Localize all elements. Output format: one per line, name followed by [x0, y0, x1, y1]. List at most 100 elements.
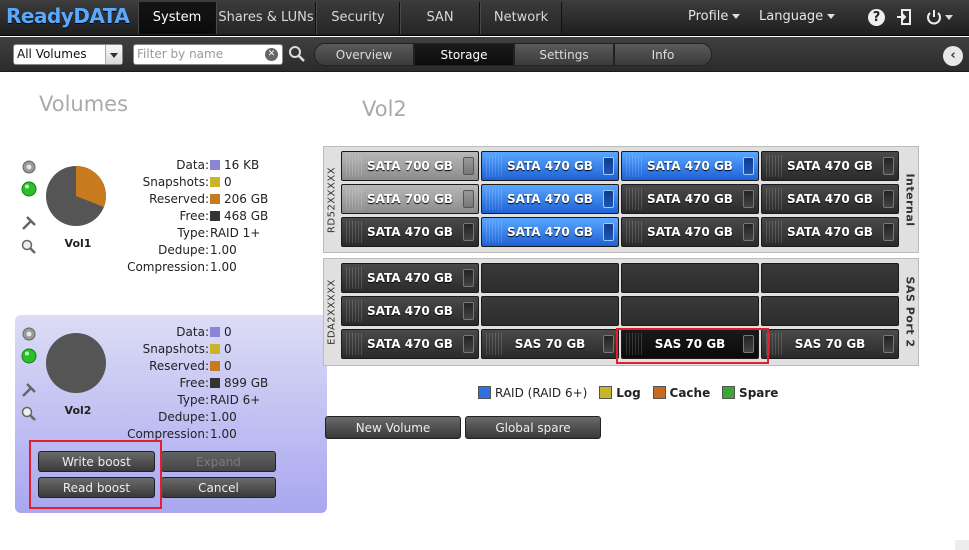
disk-drive[interactable]: SATA 470 GB — [481, 217, 619, 247]
empty-drive-bay[interactable] — [481, 296, 619, 326]
disk-drive[interactable]: SATA 700 GB — [341, 184, 479, 214]
data-swatch — [210, 327, 220, 337]
disk-drive[interactable]: SATA 470 GB — [621, 217, 759, 247]
stat-value-dedupe: 1.00 — [210, 243, 237, 257]
clear-icon[interactable]: ✕ — [265, 48, 278, 61]
volume-select[interactable]: All Volumes — [13, 44, 123, 65]
empty-drive-bay[interactable] — [621, 296, 759, 326]
disk-drive[interactable]: SATA 470 GB — [621, 184, 759, 214]
drive-latch-icon — [463, 223, 474, 241]
logout-door-icon[interactable] — [895, 8, 913, 26]
stat-value-type: RAID 6+ — [210, 393, 261, 407]
reserved-swatch — [210, 361, 220, 371]
volume-name: Vol1 — [64, 237, 92, 250]
disk-label: SATA 470 GB — [647, 159, 733, 173]
new-volume-button[interactable]: New Volume — [325, 416, 461, 439]
nav-tab-security[interactable]: Security — [316, 2, 400, 34]
magnifier-icon[interactable] — [21, 406, 37, 422]
profile-menu[interactable]: Profile — [688, 9, 741, 24]
help-icon[interactable]: ? — [868, 9, 885, 26]
disk-drive[interactable]: SATA 470 GB — [761, 217, 899, 247]
disk-drive[interactable]: SATA 470 GB — [621, 151, 759, 181]
tab-overview[interactable]: Overview — [314, 43, 414, 66]
disk-label: SATA 470 GB — [367, 337, 453, 351]
legend-log-label: Log — [616, 386, 641, 400]
drive-latch-icon — [603, 190, 614, 208]
disk-label: SATA 470 GB — [507, 192, 593, 206]
enclosure-serial: EDA2XXXXX — [326, 279, 338, 345]
drive-latch-icon — [463, 302, 474, 320]
empty-drive-bay[interactable] — [621, 263, 759, 293]
disk-drive[interactable]: SATA 470 GB — [341, 263, 479, 293]
nav-tab-network[interactable]: Network — [480, 2, 562, 34]
tab-storage[interactable]: Storage — [414, 43, 514, 66]
disk-label: SATA 470 GB — [787, 159, 873, 173]
status-green-icon — [21, 181, 37, 197]
gear-icon[interactable] — [21, 326, 37, 342]
cancel-button[interactable]: Cancel — [161, 477, 276, 498]
tab-settings[interactable]: Settings — [514, 43, 614, 66]
disk-label: SATA 470 GB — [367, 225, 453, 239]
tab-info[interactable]: Info — [614, 43, 712, 66]
stat-value-free: 899 GB — [224, 376, 269, 390]
stat-value-data: 0 — [224, 325, 232, 339]
stat-label-data: Data: — [176, 325, 209, 339]
disk-drive[interactable]: SAS 70 GB — [481, 329, 619, 359]
disk-drive[interactable]: SATA 470 GB — [481, 151, 619, 181]
power-icon-svg — [927, 10, 941, 25]
stat-label-reserved: Reserved: — [149, 359, 209, 373]
disk-drive[interactable]: SATA 470 GB — [761, 184, 899, 214]
volume-card-vol1[interactable]: Vol1 Data: 16 KB Snapshots: 0 Reserved: 206… — [15, 150, 327, 285]
drive-latch-icon — [463, 335, 474, 353]
volume-card-vol2[interactable]: Vol2 Data: 0 Snapshots: 0 Reserved: 0 Free:… — [15, 315, 327, 513]
drive-grill-icon — [626, 155, 644, 177]
nav-tab-system[interactable]: System — [138, 2, 216, 34]
filter-input[interactable]: Filter by name ✕ — [133, 44, 283, 65]
disk-label: SATA 470 GB — [647, 192, 733, 206]
power-icon[interactable] — [925, 8, 943, 26]
disk-drive[interactable]: SATA 470 GB — [761, 151, 899, 181]
chevron-down-icon[interactable] — [105, 45, 122, 64]
enclosure-name: Internal — [903, 172, 917, 227]
disk-drive[interactable]: SATA 470 GB — [341, 217, 479, 247]
stat-label-snapshots: Snapshots: — [142, 342, 209, 356]
stat-label-type: Type: — [177, 226, 209, 240]
drive-latch-icon — [743, 223, 754, 241]
nav-tab-san[interactable]: SAN — [400, 2, 480, 34]
enclosure-right-label: SAS Port 2 — [902, 259, 918, 365]
language-menu-label: Language — [759, 9, 824, 24]
disk-drive[interactable]: SATA 470 GB — [341, 329, 479, 359]
stat-value-type: RAID 1+ — [210, 226, 261, 240]
drive-grill-icon — [346, 221, 364, 243]
empty-drive-bay[interactable] — [761, 296, 899, 326]
global-spare-button[interactable]: Global spare — [465, 416, 601, 439]
stat-value-reserved: 0 — [224, 359, 232, 373]
disk-drive[interactable]: SAS 70 GB — [761, 329, 899, 359]
nav-tab-shares-luns[interactable]: Shares & LUNs — [216, 2, 316, 34]
legend-spare-label: Spare — [739, 386, 779, 400]
volume-select-value: All Volumes — [17, 47, 87, 61]
language-menu[interactable]: Language — [759, 9, 836, 24]
disk-drive[interactable]: SATA 700 GB — [341, 151, 479, 181]
empty-drive-bay[interactable] — [481, 263, 619, 293]
drive-latch-icon — [463, 157, 474, 175]
disk-drive[interactable]: SATA 470 GB — [341, 296, 479, 326]
magnifier-icon[interactable] — [21, 239, 37, 255]
disk-label: SATA 470 GB — [507, 159, 593, 173]
tools-icon[interactable] — [21, 215, 37, 231]
chevron-down-icon — [827, 14, 836, 19]
drive-latch-icon — [743, 157, 754, 175]
enclosure-internal: RD52XXXXX Internal SATA 700 GB SATA 470 G… — [323, 146, 919, 253]
stat-value-compression: 1.00 — [210, 427, 237, 441]
expand-button[interactable]: Expand — [161, 451, 276, 472]
search-icon[interactable] — [288, 45, 306, 63]
enclosure-right-label: Internal — [902, 147, 918, 252]
disk-drive[interactable]: SATA 470 GB — [481, 184, 619, 214]
scrollbar[interactable] — [955, 540, 969, 550]
back-arrow-icon[interactable]: ‹ — [943, 46, 963, 66]
chevron-down-icon[interactable] — [945, 15, 953, 20]
tools-icon[interactable] — [21, 382, 37, 398]
gear-icon[interactable] — [21, 159, 37, 175]
drive-latch-icon — [603, 157, 614, 175]
empty-drive-bay[interactable] — [761, 263, 899, 293]
